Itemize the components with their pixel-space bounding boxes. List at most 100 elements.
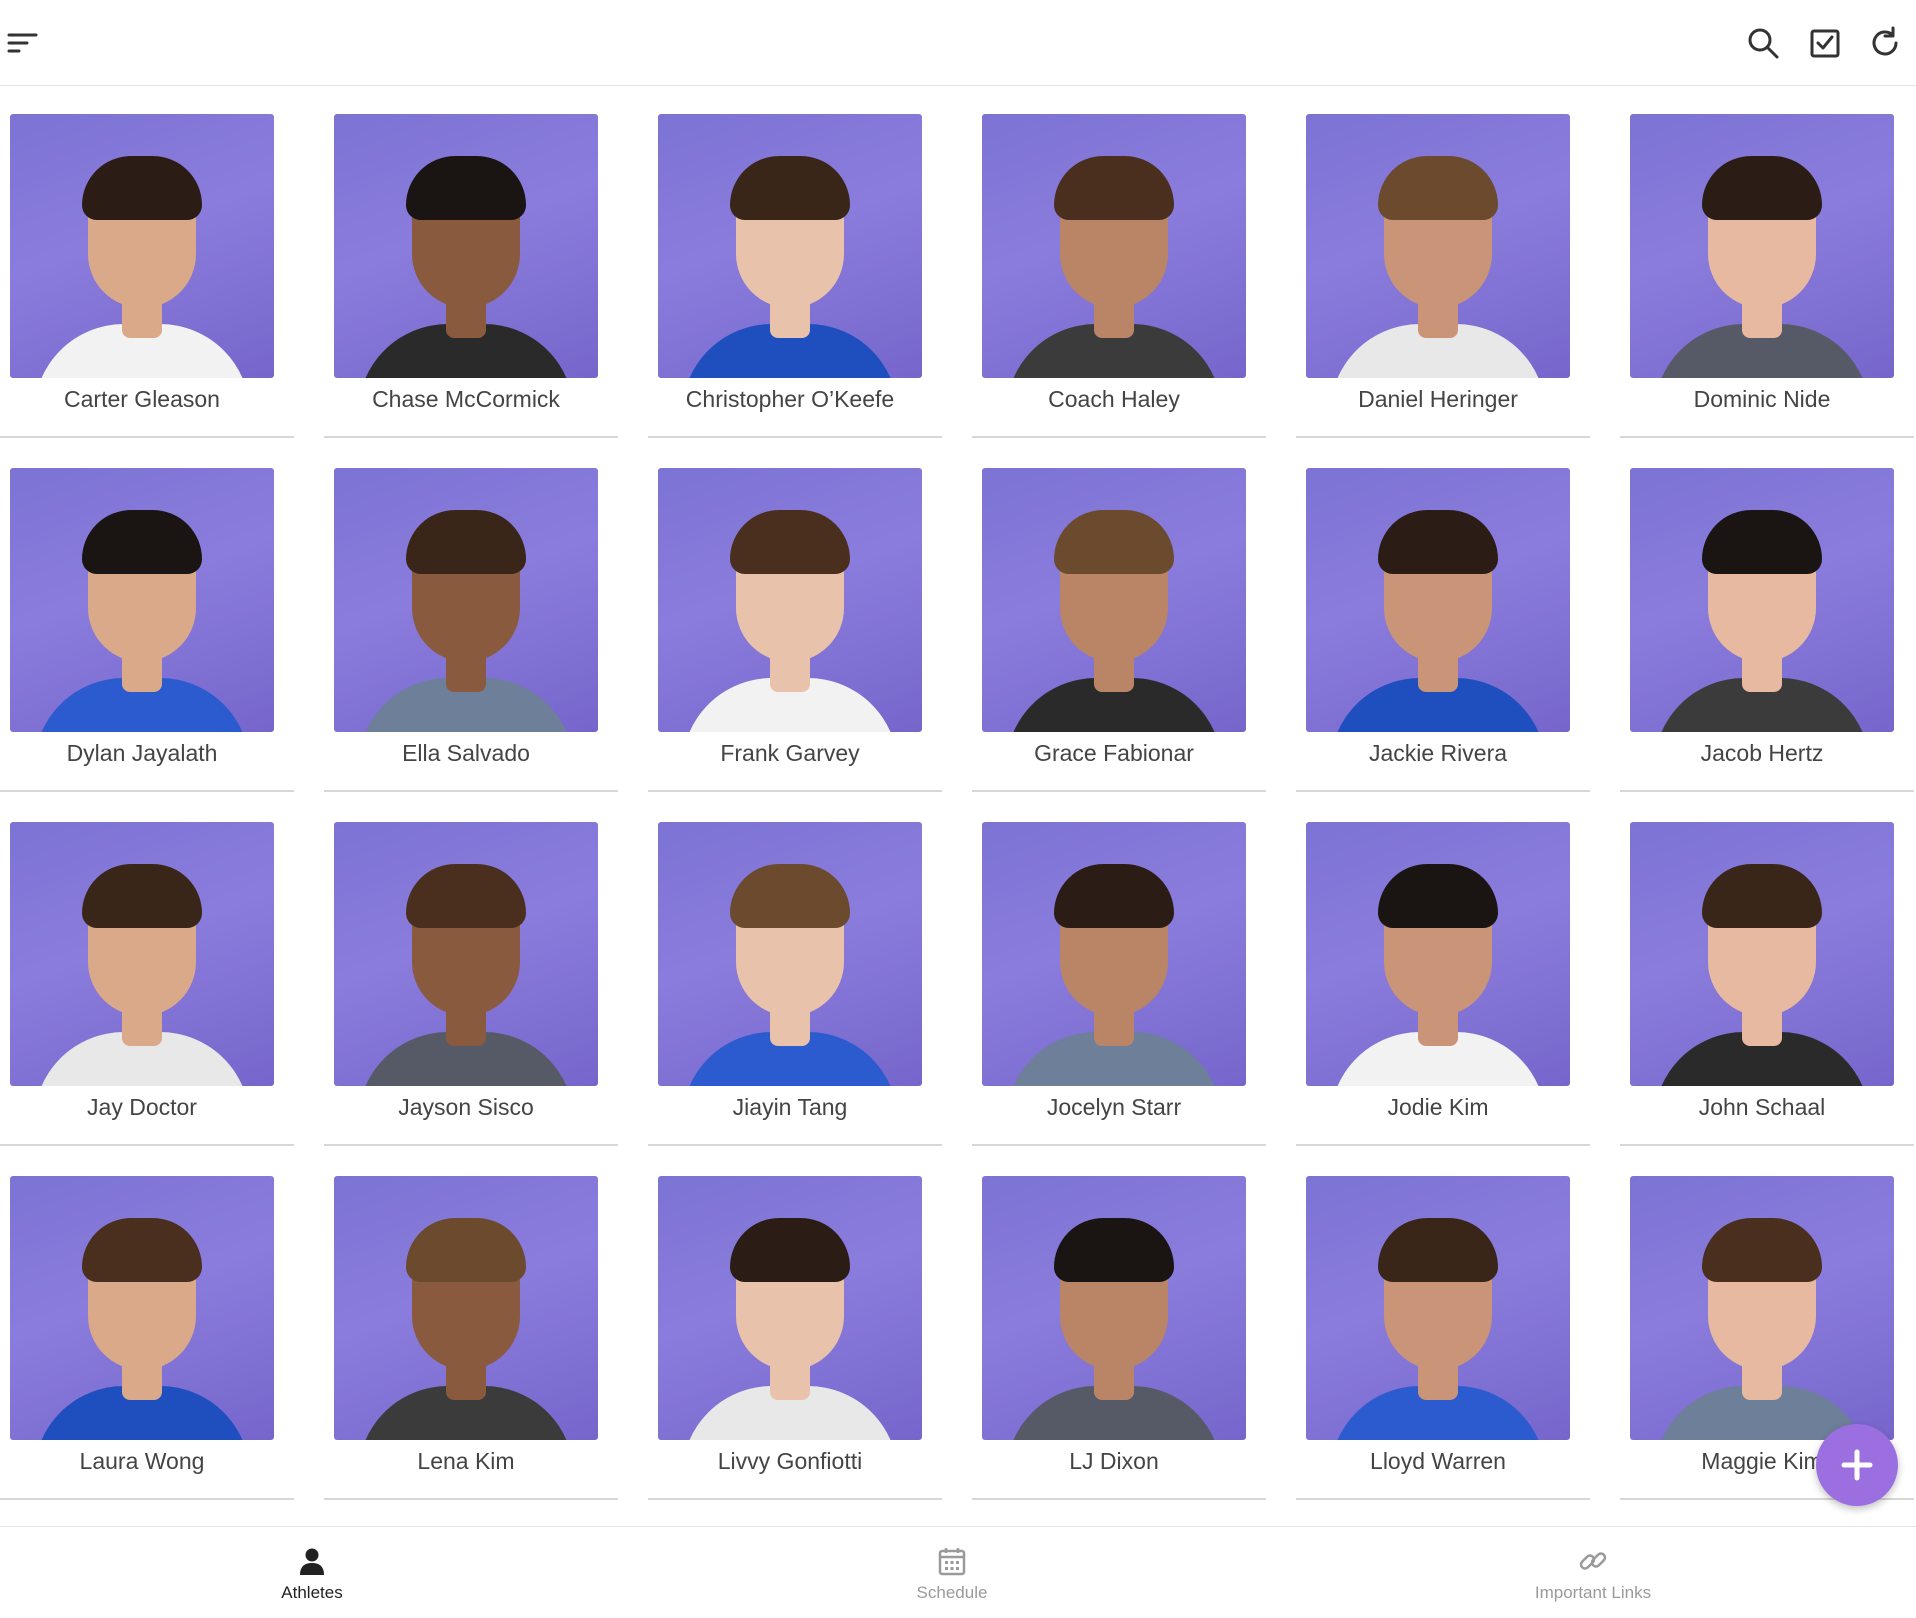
- athlete-photo: [1306, 468, 1570, 732]
- athlete-name: Frank Garvey: [720, 740, 860, 766]
- card-divider: [0, 436, 294, 438]
- athlete-grid: Carter Gleason Chase McCormick Christopher…: [0, 86, 1916, 1526]
- tab-athletes[interactable]: Athletes: [212, 1545, 412, 1611]
- athlete-photo: [982, 1176, 1246, 1440]
- athlete-photo: [1630, 114, 1894, 378]
- portrait-shape: [82, 1218, 202, 1282]
- athlete-photo: [982, 468, 1246, 732]
- portrait-shape: [1702, 864, 1822, 928]
- athlete-card[interactable]: Jackie Rivera: [1296, 440, 1590, 794]
- athlete-photo: [1630, 468, 1894, 732]
- tab-important-links[interactable]: Important Links: [1493, 1545, 1693, 1611]
- card-divider: [972, 436, 1266, 438]
- athlete-photo: [334, 822, 598, 1086]
- athlete-photo: [1306, 114, 1570, 378]
- athlete-name: Jackie Rivera: [1368, 740, 1508, 766]
- portrait-shape: [1702, 510, 1822, 574]
- card-divider: [972, 790, 1266, 792]
- card-divider: [1620, 1144, 1914, 1146]
- add-athlete-button[interactable]: [1816, 1424, 1898, 1506]
- athlete-card[interactable]: Lloyd Warren: [1296, 1148, 1590, 1502]
- link-icon: [1579, 1552, 1607, 1570]
- portrait-shape: [82, 864, 202, 928]
- athlete-name: LJ Dixon: [1069, 1448, 1159, 1474]
- refresh-icon: [1872, 26, 1898, 56]
- portrait-shape: [1378, 1218, 1498, 1282]
- athlete-name: Lloyd Warren: [1370, 1448, 1506, 1474]
- athlete-card[interactable]: Laura Wong: [0, 1148, 294, 1502]
- card-divider: [972, 1498, 1266, 1500]
- athlete-name: Jiayin Tang: [732, 1094, 848, 1120]
- card-divider: [324, 1498, 618, 1500]
- tab-label: Schedule: [916, 1583, 988, 1602]
- athlete-card[interactable]: Jayson Sisco: [324, 794, 618, 1148]
- sort-menu-button[interactable]: [0, 20, 46, 66]
- athlete-card[interactable]: Christopher O’Keefe: [648, 86, 942, 440]
- athlete-card[interactable]: Coach Haley: [972, 86, 1266, 440]
- athlete-card[interactable]: Ella Salvado: [324, 440, 618, 794]
- athlete-card[interactable]: Jacob Hertz: [1620, 440, 1914, 794]
- athlete-card[interactable]: Jodie Kim: [1296, 794, 1590, 1148]
- athlete-card[interactable]: Grace Fabionar: [972, 440, 1266, 794]
- portrait-shape: [1702, 156, 1822, 220]
- sort-lines-icon: [7, 33, 38, 53]
- athlete-photo: [1306, 822, 1570, 1086]
- card-divider: [324, 436, 618, 438]
- portrait-shape: [406, 1218, 526, 1282]
- card-divider: [1296, 1144, 1590, 1146]
- person-icon: [300, 1548, 324, 1575]
- athlete-card[interactable]: Chase McCormick: [324, 86, 618, 440]
- athlete-card[interactable]: Livvy Gonfiotti: [648, 1148, 942, 1502]
- top-toolbar: [0, 0, 1916, 86]
- portrait-shape: [1054, 864, 1174, 928]
- card-divider: [0, 1498, 294, 1500]
- athlete-card[interactable]: Lena Kim: [324, 1148, 618, 1502]
- portrait-shape: [82, 510, 202, 574]
- portrait-shape: [730, 156, 850, 220]
- athlete-card[interactable]: LJ Dixon: [972, 1148, 1266, 1502]
- athlete-card[interactable]: Daniel Heringer: [1296, 86, 1590, 440]
- bottom-tab-bar: Athletes Schedule Important Links: [0, 1526, 1916, 1618]
- tab-schedule[interactable]: Schedule: [852, 1545, 1052, 1611]
- portrait-shape: [1702, 1218, 1822, 1282]
- athlete-card[interactable]: Jocelyn Starr: [972, 794, 1266, 1148]
- athlete-photo: [334, 114, 598, 378]
- athlete-card[interactable]: Jiayin Tang: [648, 794, 942, 1148]
- calendar-icon: [938, 1548, 966, 1576]
- portrait-shape: [406, 864, 526, 928]
- athlete-photo: [334, 468, 598, 732]
- card-divider: [324, 790, 618, 792]
- athlete-card[interactable]: Dylan Jayalath: [0, 440, 294, 794]
- select-button[interactable]: [1802, 20, 1848, 66]
- refresh-button[interactable]: [1862, 20, 1908, 66]
- checkbox-icon: [1810, 29, 1840, 58]
- portrait-shape: [730, 864, 850, 928]
- athlete-name: Jay Doctor: [87, 1094, 197, 1120]
- card-divider: [648, 1144, 942, 1146]
- athlete-name: Grace Fabionar: [1034, 740, 1194, 766]
- athlete-photo: [658, 468, 922, 732]
- athlete-name: John Schaal: [1698, 1094, 1826, 1120]
- portrait-shape: [1054, 156, 1174, 220]
- tab-label: Important Links: [1534, 1583, 1652, 1602]
- athlete-photo: [658, 114, 922, 378]
- athlete-card[interactable]: Dominic Nide: [1620, 86, 1914, 440]
- search-button[interactable]: [1740, 20, 1786, 66]
- athlete-photo: [10, 468, 274, 732]
- athlete-name: Christopher O’Keefe: [685, 386, 895, 412]
- athlete-card[interactable]: Jay Doctor: [0, 794, 294, 1148]
- athlete-photo: [10, 822, 274, 1086]
- card-divider: [648, 790, 942, 792]
- athlete-name: Coach Haley: [1048, 386, 1180, 412]
- portrait-shape: [82, 156, 202, 220]
- athlete-card[interactable]: Carter Gleason: [0, 86, 294, 440]
- athlete-name: Daniel Heringer: [1358, 386, 1518, 412]
- athlete-photo: [10, 114, 274, 378]
- portrait-shape: [730, 1218, 850, 1282]
- portrait-shape: [1054, 1218, 1174, 1282]
- athlete-card[interactable]: John Schaal: [1620, 794, 1914, 1148]
- athlete-photo: [10, 1176, 274, 1440]
- athlete-card[interactable]: Frank Garvey: [648, 440, 942, 794]
- portrait-shape: [1378, 864, 1498, 928]
- portrait-shape: [730, 510, 850, 574]
